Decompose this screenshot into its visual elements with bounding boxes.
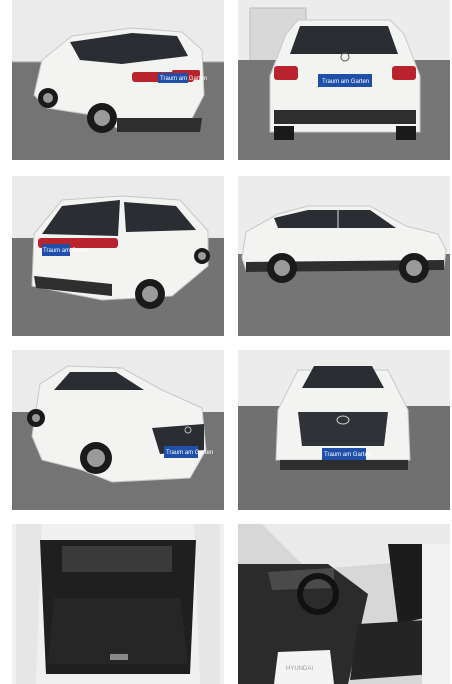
car-photo-rear-left-high: Traum am Garten (12, 176, 224, 336)
car-photo-trunk (12, 524, 224, 684)
car-photo-front-left-three-quarter: Traum am Garten (12, 350, 224, 510)
gallery-photo-side-right[interactable] (238, 176, 450, 336)
car-photo-side-right (238, 176, 450, 336)
car-photo-interior-driver: HYUNDAI (238, 524, 450, 684)
photo-gallery: Traum am Garten Traum am Garten Traum am… (0, 0, 452, 684)
gallery-photo-rear[interactable]: Traum am Garten (238, 0, 450, 160)
car-photo-front: Traum am Garten (238, 350, 450, 510)
car-photo-rear: Traum am Garten (238, 0, 450, 160)
license-plate-text: Traum am Garten (43, 248, 90, 254)
gallery-photo-interior-driver[interactable]: HYUNDAI (238, 524, 450, 684)
license-plate-text: Traum am Garten (160, 76, 207, 82)
license-plate-text: Traum am Garten (324, 452, 371, 458)
license-plate-text: Traum am Garten (166, 450, 213, 456)
gallery-photo-trunk[interactable] (12, 524, 224, 684)
car-photo-rear-left-three-quarter: Traum am Garten (12, 0, 224, 160)
floor-mat-text: HYUNDAI (286, 666, 313, 672)
gallery-photo-front[interactable]: Traum am Garten (238, 350, 450, 510)
gallery-photo-rear-left-three-quarter[interactable]: Traum am Garten (12, 0, 224, 160)
gallery-photo-rear-left-high[interactable]: Traum am Garten (12, 176, 224, 336)
gallery-photo-front-left-three-quarter[interactable]: Traum am Garten (12, 350, 224, 510)
license-plate-text: Traum am Garten (322, 79, 369, 85)
